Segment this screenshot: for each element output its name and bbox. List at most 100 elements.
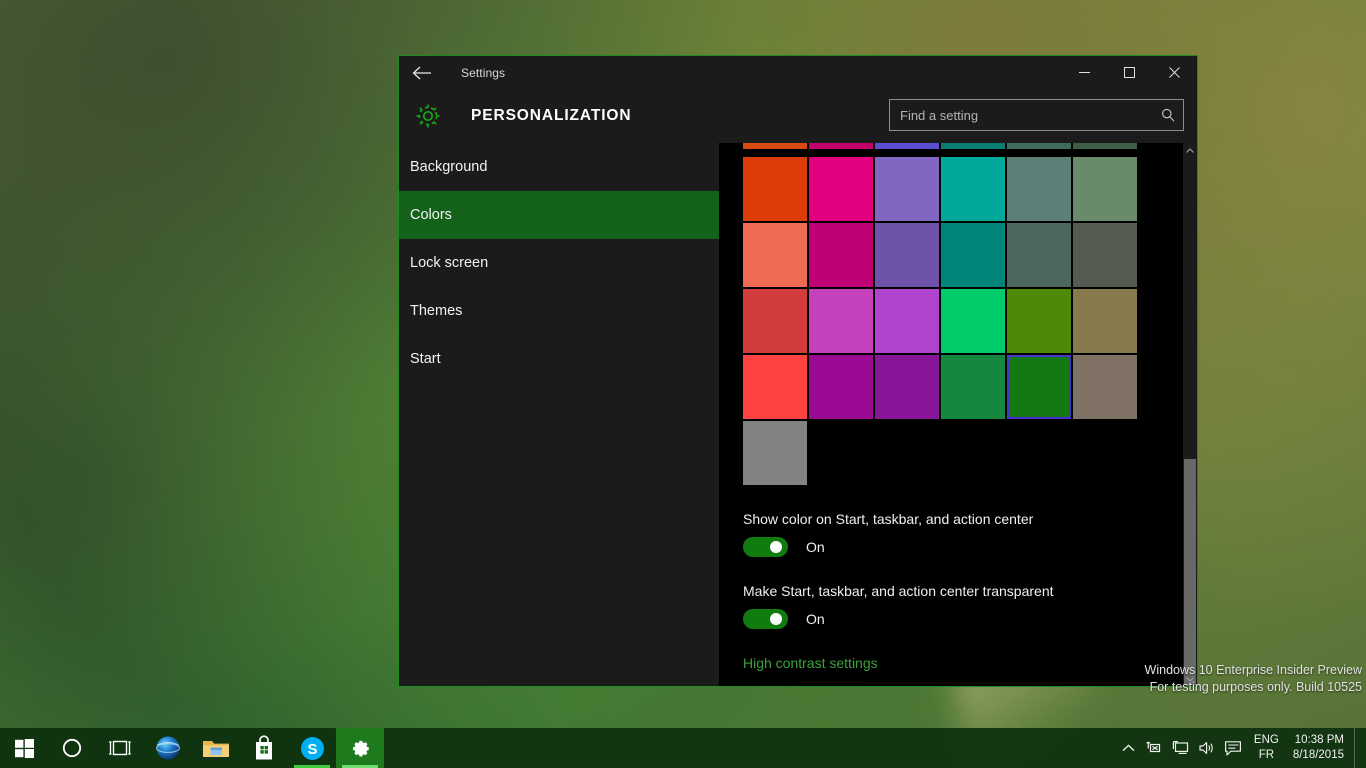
- sidebar-item-label: Background: [410, 159, 488, 175]
- accent-swatch-2-1[interactable]: [809, 289, 873, 353]
- clock[interactable]: 10:38 PM 8/18/2015: [1287, 728, 1354, 768]
- scroll-up-arrow-icon[interactable]: [1183, 143, 1197, 157]
- display-icon[interactable]: [1168, 728, 1194, 768]
- settings-content-pane: Show color on Start, taskbar, and action…: [719, 143, 1197, 686]
- accent-swatch-1-0[interactable]: [743, 223, 807, 287]
- accent-swatch-1-4[interactable]: [1007, 223, 1071, 287]
- language-indicator[interactable]: ENG FR: [1246, 728, 1287, 768]
- show-color-toggle[interactable]: [743, 537, 788, 557]
- settings-window: Settings PERSONALIZATION Find a setting …: [398, 55, 1198, 687]
- accent-swatch-0-4[interactable]: [1007, 157, 1071, 221]
- accent-swatch-1-2[interactable]: [875, 223, 939, 287]
- sidebar-item-lock-screen[interactable]: Lock screen: [399, 239, 719, 287]
- page-title: PERSONALIZATION: [471, 107, 632, 124]
- clock-time: 10:38 PM: [1294, 734, 1344, 746]
- accent-swatch-2-4[interactable]: [1007, 289, 1071, 353]
- window-titlebar[interactable]: Settings: [399, 56, 1197, 89]
- accent-swatch-partial-4[interactable]: [1007, 143, 1071, 149]
- scrollbar-thumb[interactable]: [1184, 459, 1196, 685]
- show-color-toggle-row: On: [743, 537, 1183, 557]
- accent-swatch-2-3[interactable]: [941, 289, 1005, 353]
- windows-start-icon[interactable]: [0, 728, 48, 768]
- accent-swatch-gray-0[interactable]: [743, 421, 807, 485]
- maximize-button[interactable]: [1107, 56, 1152, 89]
- scroll-down-arrow-icon[interactable]: [1183, 672, 1197, 686]
- accent-swatch-2-0[interactable]: [743, 289, 807, 353]
- accent-swatch-0-5[interactable]: [1073, 157, 1137, 221]
- svg-text:S: S: [307, 741, 317, 758]
- search-box[interactable]: [889, 99, 1184, 131]
- chevron-up-icon[interactable]: [1116, 728, 1142, 768]
- gear-icon: [411, 99, 445, 133]
- toggle-knob: [770, 613, 782, 625]
- accent-swatch-3-4[interactable]: [1007, 355, 1071, 419]
- search-input[interactable]: [890, 100, 1153, 130]
- high-contrast-settings-link[interactable]: High contrast settings: [743, 655, 878, 671]
- sidebar-item-label: Lock screen: [410, 255, 489, 271]
- network-unavailable-icon[interactable]: [1142, 728, 1168, 768]
- taskbar: S ENG FR 10:38 PM 8/18/2015: [0, 728, 1366, 768]
- transparency-toggle-row: On: [743, 609, 1183, 629]
- accent-swatch-partial-2[interactable]: [875, 143, 939, 149]
- sidebar-item-label: Start: [410, 351, 441, 367]
- speaker-icon[interactable]: [1194, 728, 1220, 768]
- window-title: Settings: [461, 65, 506, 80]
- cortana-circle-icon[interactable]: [48, 728, 96, 768]
- accent-swatch-partial-5[interactable]: [1073, 143, 1137, 149]
- taskbar-app-store[interactable]: [240, 728, 288, 768]
- page-header: PERSONALIZATION: [399, 89, 1197, 143]
- transparency-state: On: [806, 611, 825, 627]
- accent-swatch-1-1[interactable]: [809, 223, 873, 287]
- accent-color-grid[interactable]: [743, 149, 1183, 419]
- sidebar-item-label: Colors: [410, 207, 452, 223]
- taskbar-left-group: S: [0, 728, 384, 768]
- accent-swatch-0-1[interactable]: [809, 157, 873, 221]
- sidebar-item-start[interactable]: Start: [399, 335, 719, 383]
- accent-swatch-3-3[interactable]: [941, 355, 1005, 419]
- show-color-label: Show color on Start, taskbar, and action…: [743, 511, 1034, 527]
- language-line-2: FR: [1258, 749, 1275, 761]
- accent-swatch-0-0[interactable]: [743, 157, 807, 221]
- sidebar-item-label: Themes: [410, 303, 463, 319]
- language-line-1: ENG: [1253, 734, 1279, 746]
- show-desktop-button[interactable]: [1354, 728, 1362, 768]
- back-arrow-icon[interactable]: [399, 56, 445, 89]
- accent-swatch-3-1[interactable]: [809, 355, 873, 419]
- window-controls: [1062, 56, 1197, 89]
- accent-swatch-2-5[interactable]: [1073, 289, 1137, 353]
- search-icon[interactable]: [1153, 108, 1183, 122]
- transparency-label: Make Start, taskbar, and action center t…: [743, 583, 1054, 599]
- show-color-state: On: [806, 539, 825, 555]
- accent-swatch-partial-0[interactable]: [743, 143, 807, 149]
- accent-swatch-3-0[interactable]: [743, 355, 807, 419]
- accent-swatch-3-2[interactable]: [875, 355, 939, 419]
- clock-date: 8/18/2015: [1292, 749, 1344, 761]
- task-view-icon[interactable]: [96, 728, 144, 768]
- content-scrollbar[interactable]: [1183, 143, 1197, 686]
- transparency-toggle[interactable]: [743, 609, 788, 629]
- window-body: Background Colors Lock screen Themes Sta…: [399, 143, 1197, 686]
- toggle-knob: [770, 541, 782, 553]
- taskbar-app-internet-explorer[interactable]: [144, 728, 192, 768]
- accent-swatch-partial-3[interactable]: [941, 143, 1005, 149]
- accent-swatch-1-5[interactable]: [1073, 223, 1137, 287]
- taskbar-app-file-explorer[interactable]: [192, 728, 240, 768]
- settings-sidebar: Background Colors Lock screen Themes Sta…: [399, 143, 719, 686]
- close-button[interactable]: [1152, 56, 1197, 89]
- system-tray: ENG FR 10:38 PM 8/18/2015: [1116, 728, 1366, 768]
- sidebar-item-themes[interactable]: Themes: [399, 287, 719, 335]
- accent-swatch-0-2[interactable]: [875, 157, 939, 221]
- accent-swatch-0-3[interactable]: [941, 157, 1005, 221]
- taskbar-app-settings[interactable]: [336, 728, 384, 768]
- action-center-icon[interactable]: [1220, 728, 1246, 768]
- accent-swatch-3-5[interactable]: [1073, 355, 1137, 419]
- accent-swatch-2-2[interactable]: [875, 289, 939, 353]
- sidebar-item-background[interactable]: Background: [399, 143, 719, 191]
- accent-color-extra-row[interactable]: [743, 421, 1183, 485]
- accent-swatch-partial-1[interactable]: [809, 143, 873, 149]
- minimize-button[interactable]: [1062, 56, 1107, 89]
- taskbar-app-skype[interactable]: S: [288, 728, 336, 768]
- accent-color-partial-row: [743, 143, 1183, 149]
- accent-swatch-1-3[interactable]: [941, 223, 1005, 287]
- sidebar-item-colors[interactable]: Colors: [399, 191, 719, 239]
